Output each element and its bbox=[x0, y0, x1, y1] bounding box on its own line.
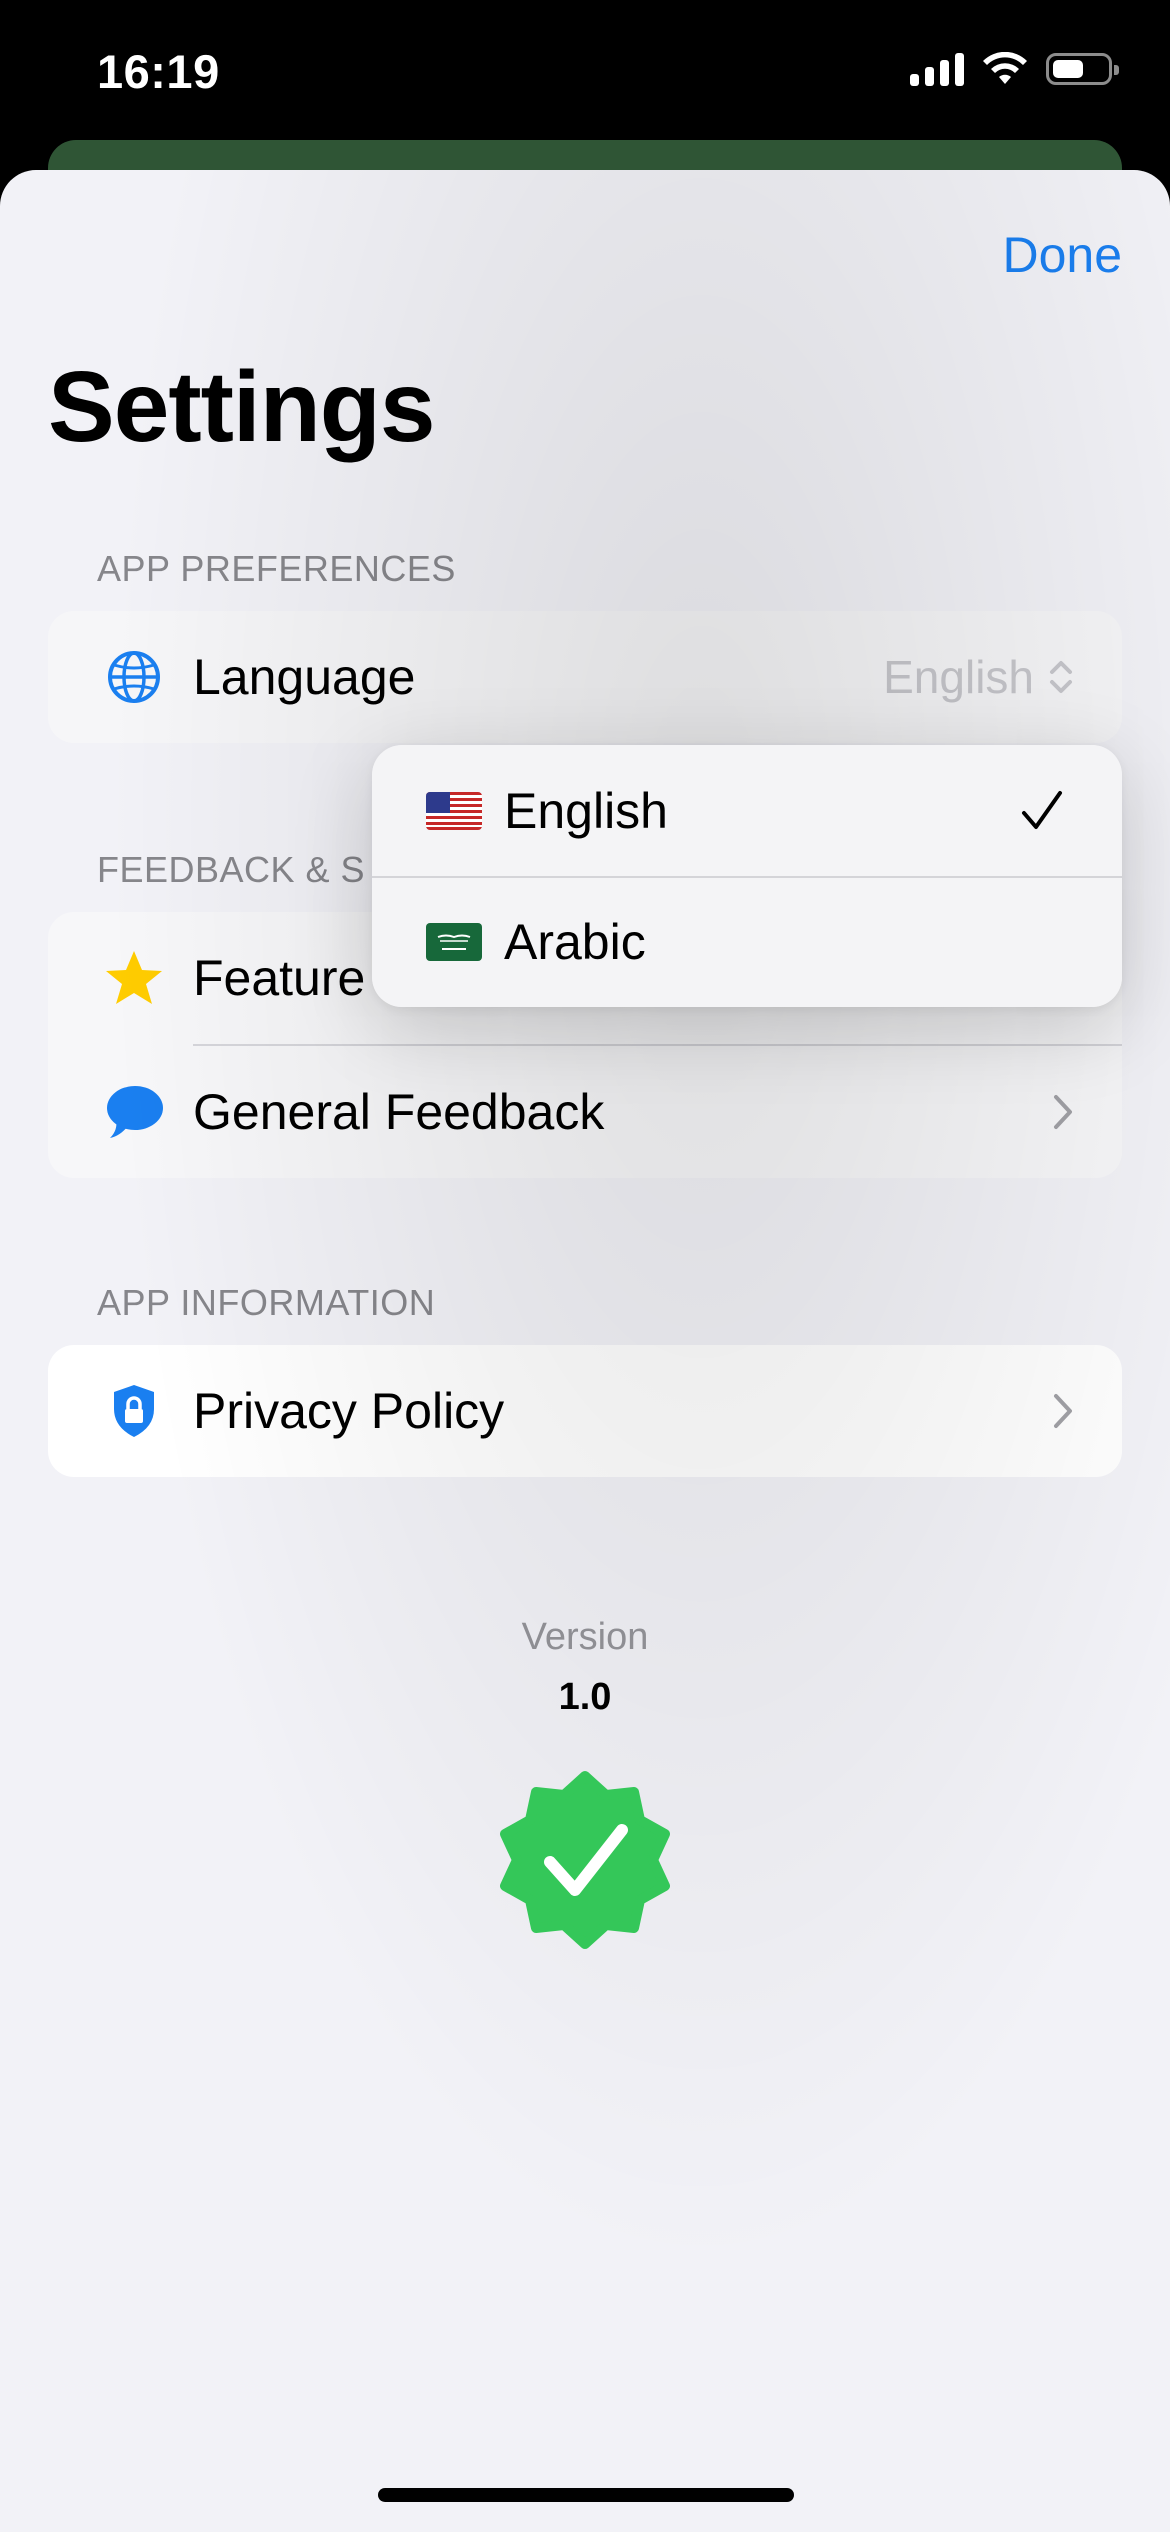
section-header-app-information: APP INFORMATION bbox=[97, 1282, 436, 1323]
version-label: Version bbox=[521, 1616, 649, 1658]
wifi-icon bbox=[983, 52, 1027, 84]
section-header-app-preferences: APP PREFERENCES bbox=[97, 548, 456, 589]
section-header-feedback: FEEDBACK & S bbox=[97, 849, 366, 890]
language-label: Language bbox=[193, 649, 416, 705]
chevron-up-down-icon bbox=[1050, 661, 1072, 693]
shield-lock-icon bbox=[104, 1381, 164, 1441]
feature-label: Feature bbox=[193, 950, 366, 1006]
app-preferences-group: Language English bbox=[48, 611, 1122, 743]
language-picker[interactable]: English bbox=[883, 650, 1074, 704]
language-value: English bbox=[883, 651, 1034, 703]
app-information-group: Privacy Policy bbox=[48, 1345, 1122, 1477]
done-button[interactable]: Done bbox=[1002, 226, 1122, 284]
language-option-english[interactable]: English bbox=[372, 745, 1122, 876]
speech-bubble-icon bbox=[104, 1082, 164, 1142]
privacy-policy-label: Privacy Policy bbox=[193, 1383, 505, 1439]
us-flag-icon bbox=[426, 791, 482, 830]
arabic-label: Arabic bbox=[504, 913, 646, 970]
status-icons bbox=[910, 52, 1119, 86]
star-icon bbox=[104, 948, 164, 1008]
globe-icon bbox=[104, 647, 164, 707]
chevron-right-icon bbox=[1054, 1095, 1072, 1129]
chevron-right-icon bbox=[1054, 1394, 1072, 1428]
version-number: 1.0 bbox=[558, 1676, 612, 1718]
verified-badge-icon bbox=[500, 1771, 670, 1949]
general-feedback-row[interactable]: General Feedback bbox=[48, 1046, 1122, 1178]
cellular-signal-icon bbox=[910, 52, 964, 86]
status-time: 16:19 bbox=[97, 45, 220, 98]
page-title: Settings bbox=[48, 351, 435, 463]
battery-icon bbox=[1046, 53, 1119, 85]
checkmark-icon bbox=[1022, 790, 1062, 829]
language-option-arabic[interactable]: Arabic bbox=[372, 876, 1122, 1007]
privacy-policy-row[interactable]: Privacy Policy bbox=[48, 1345, 1122, 1477]
language-row[interactable]: Language English bbox=[48, 611, 1122, 743]
screen: 16:19 Done Settings APP PREFERENCES Lang… bbox=[0, 0, 1170, 2532]
general-feedback-label: General Feedback bbox=[193, 1084, 605, 1140]
home-indicator bbox=[378, 2488, 794, 2502]
language-menu: English Arabic bbox=[372, 745, 1122, 1007]
english-label: English bbox=[504, 782, 668, 839]
saudi-flag-icon bbox=[426, 922, 482, 961]
status-bar: 16:19 bbox=[0, 0, 1170, 150]
settings-sheet: Done Settings APP PREFERENCES Language E… bbox=[0, 170, 1170, 2532]
